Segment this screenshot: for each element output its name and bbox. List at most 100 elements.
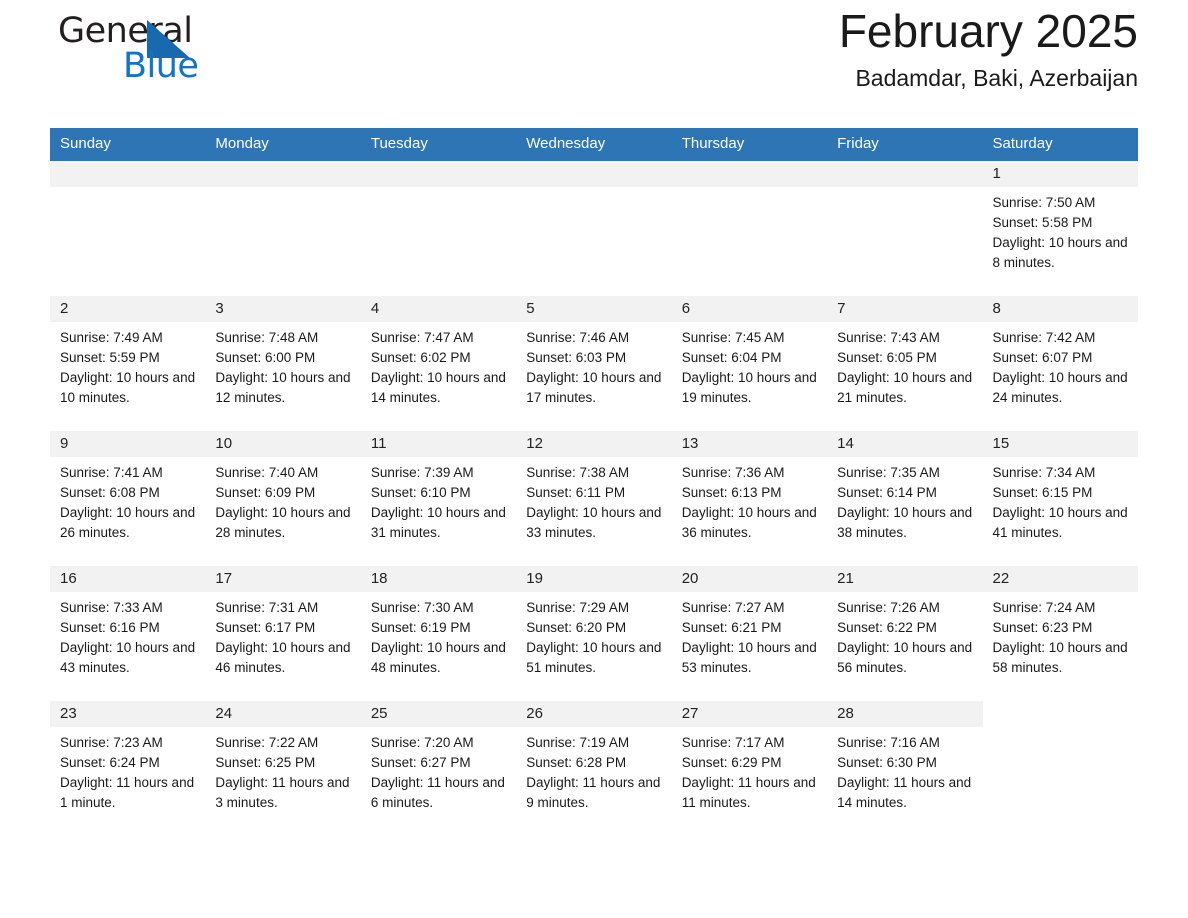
calendar-week-row: 1 Sunrise: 7:50 AM Sunset: 5:58 PM Daylight… — [50, 160, 1138, 296]
calendar-day-cell[interactable]: 24 Sunrise: 7:22 AM Sunset: 6:25 PM Dayligh… — [205, 700, 361, 836]
calendar-day-cell[interactable]: 6 Sunrise: 7:45 AM Sunset: 6:04 PM Daylight… — [671, 295, 828, 431]
sunrise-text: Sunrise: 7:50 AM — [992, 194, 1096, 210]
calendar-cell-empty — [50, 160, 206, 296]
daylight-text: Daylight: 10 hours and 28 minutes. — [215, 504, 351, 540]
sunrise-text: Sunrise: 7:20 AM — [370, 734, 474, 750]
calendar-cell-empty — [671, 160, 828, 296]
day-number: 1 — [992, 164, 1001, 182]
daylight-text: Daylight: 10 hours and 41 minutes. — [992, 504, 1128, 540]
calendar-day-cell[interactable]: 25 Sunrise: 7:20 AM Sunset: 6:27 PM Dayligh… — [360, 700, 517, 836]
page-title: February 2025 — [838, 5, 1138, 57]
sunset-text: Sunset: 6:24 PM — [60, 754, 160, 770]
day-details: Sunrise: 7:42 AM Sunset: 6:07 PM Daylight:… — [983, 322, 1138, 408]
daylight-text: Daylight: 10 hours and 36 minutes. — [681, 504, 817, 540]
sunrise-text: Sunrise: 7:42 AM — [992, 329, 1096, 345]
daylight-text: Daylight: 10 hours and 43 minutes. — [60, 639, 196, 675]
day-number: 25 — [370, 704, 388, 722]
calendar-week-row: 9 Sunrise: 7:41 AM Sunset: 6:08 PM Daylight… — [50, 430, 1138, 566]
calendar-day-cell[interactable]: 23 Sunrise: 7:23 AM Sunset: 6:24 PM Dayligh… — [50, 700, 206, 836]
day-details: Sunrise: 7:29 AM Sunset: 6:20 PM Daylight:… — [516, 592, 671, 678]
day-number: 12 — [526, 434, 543, 452]
day-number: 17 — [215, 569, 233, 587]
title-block: February 2025 Badamdar, Baki, Azerbaijan — [839, 0, 1138, 93]
daylight-text: Daylight: 10 hours and 38 minutes. — [837, 504, 973, 540]
daylight-text: Daylight: 10 hours and 56 minutes. — [837, 639, 973, 675]
day-number-bar — [516, 160, 672, 187]
day-number: 19 — [526, 569, 543, 587]
calendar-header-row: Sunday Monday Tuesday Wednesday Thursday Frid… — [50, 128, 1138, 161]
daylight-text: Daylight: 10 hours and 24 minutes. — [992, 369, 1128, 405]
day-number-bar: 28 — [827, 700, 983, 727]
daylight-text: Daylight: 11 hours and 6 minutes. — [370, 774, 505, 810]
day-number: 11 — [370, 434, 387, 452]
day-details: Sunrise: 7:27 AM Sunset: 6:21 PM Daylight:… — [672, 592, 827, 678]
day-number: 21 — [837, 569, 854, 587]
daylight-text: Daylight: 11 hours and 14 minutes. — [837, 774, 972, 810]
calendar-day-cell[interactable]: 4 Sunrise: 7:47 AM Sunset: 6:02 PM Daylight… — [360, 295, 517, 431]
sunrise-text: Sunrise: 7:22 AM — [215, 734, 319, 750]
page-header: General Blue February 2025 Badamdar, Bak… — [50, 0, 1138, 118]
day-number-bar — [827, 160, 983, 187]
calendar-day-cell[interactable]: 14 Sunrise: 7:35 AM Sunset: 6:14 PM Dayligh… — [827, 430, 983, 566]
sunrise-text: Sunrise: 7:39 AM — [370, 464, 474, 480]
calendar-day-cell[interactable]: 19 Sunrise: 7:29 AM Sunset: 6:20 PM Dayligh… — [516, 565, 672, 701]
day-number: 9 — [60, 434, 69, 452]
calendar-day-cell[interactable]: 18 Sunrise: 7:30 AM Sunset: 6:19 PM Dayligh… — [360, 565, 517, 701]
sunset-text: Sunset: 6:23 PM — [992, 619, 1093, 635]
sunrise-text: Sunrise: 7:23 AM — [60, 734, 163, 750]
day-number-bar: 11 — [360, 430, 517, 457]
day-number: 23 — [60, 704, 77, 722]
sunset-text: Sunset: 6:05 PM — [837, 349, 937, 365]
calendar-day-cell[interactable]: 15 Sunrise: 7:34 AM Sunset: 6:15 PM Dayligh… — [982, 430, 1138, 566]
day-details: Sunrise: 7:33 AM Sunset: 6:16 PM Daylight:… — [50, 592, 205, 678]
calendar-cell-empty — [360, 160, 517, 296]
calendar-day-cell[interactable]: 13 Sunrise: 7:36 AM Sunset: 6:13 PM Dayligh… — [671, 430, 828, 566]
calendar-day-cell[interactable]: 3 Sunrise: 7:48 AM Sunset: 6:00 PM Daylight… — [205, 295, 361, 431]
sunset-text: Sunset: 6:28 PM — [526, 754, 627, 770]
day-number-bar: 13 — [671, 430, 828, 457]
calendar-day-cell[interactable]: 28 Sunrise: 7:16 AM Sunset: 6:30 PM Dayligh… — [827, 700, 983, 836]
calendar-day-cell[interactable]: 22 Sunrise: 7:24 AM Sunset: 6:23 PM Dayligh… — [982, 565, 1138, 701]
calendar-day-cell[interactable]: 26 Sunrise: 7:19 AM Sunset: 6:28 PM Dayligh… — [516, 700, 672, 836]
calendar-day-cell[interactable]: 16 Sunrise: 7:33 AM Sunset: 6:16 PM Dayligh… — [50, 565, 206, 701]
day-details: Sunrise: 7:43 AM Sunset: 6:05 PM Daylight:… — [827, 322, 982, 408]
day-number: 7 — [837, 299, 846, 317]
sunrise-text: Sunrise: 7:49 AM — [60, 329, 163, 345]
weekday-header-friday: Friday — [827, 128, 983, 161]
daylight-text: Daylight: 10 hours and 17 minutes. — [526, 369, 662, 405]
calendar-day-cell[interactable]: 21 Sunrise: 7:26 AM Sunset: 6:22 PM Dayligh… — [827, 565, 983, 701]
daylight-text: Daylight: 10 hours and 10 minutes. — [60, 369, 196, 405]
sunrise-text: Sunrise: 7:27 AM — [681, 599, 785, 615]
calendar-day-cell[interactable]: 2 Sunrise: 7:49 AM Sunset: 5:59 PM Daylight… — [50, 295, 206, 431]
calendar-day-cell[interactable]: 5 Sunrise: 7:46 AM Sunset: 6:03 PM Daylight… — [516, 295, 672, 431]
day-details: Sunrise: 7:19 AM Sunset: 6:28 PM Daylight:… — [516, 727, 671, 813]
calendar-day-cell[interactable]: 20 Sunrise: 7:27 AM Sunset: 6:21 PM Dayligh… — [671, 565, 828, 701]
sunrise-text: Sunrise: 7:48 AM — [215, 329, 319, 345]
day-number-bar: 4 — [360, 295, 517, 322]
daylight-text: Daylight: 10 hours and 31 minutes. — [370, 504, 506, 540]
daylight-text: Daylight: 10 hours and 21 minutes. — [837, 369, 973, 405]
calendar-day-cell[interactable]: 17 Sunrise: 7:31 AM Sunset: 6:17 PM Dayligh… — [205, 565, 361, 701]
calendar-day-cell[interactable]: 12 Sunrise: 7:38 AM Sunset: 6:11 PM Dayligh… — [516, 430, 672, 566]
calendar-week-row: 23 Sunrise: 7:23 AM Sunset: 6:24 PM Dayligh… — [50, 700, 1138, 836]
calendar-day-cell[interactable]: 7 Sunrise: 7:43 AM Sunset: 6:05 PM Daylight… — [827, 295, 983, 431]
day-number: 24 — [215, 704, 233, 722]
calendar-day-cell[interactable]: 9 Sunrise: 7:41 AM Sunset: 6:08 PM Daylight… — [50, 430, 206, 566]
calendar-day-cell[interactable]: 11 Sunrise: 7:39 AM Sunset: 6:10 PM Dayligh… — [360, 430, 517, 566]
sunrise-text: Sunrise: 7:43 AM — [837, 329, 940, 345]
sunset-text: Sunset: 6:21 PM — [681, 619, 782, 635]
sunrise-text: Sunrise: 7:47 AM — [370, 329, 474, 345]
day-number: 20 — [681, 569, 699, 587]
day-number: 18 — [370, 569, 388, 587]
calendar-day-cell[interactable]: 8 Sunrise: 7:42 AM Sunset: 6:07 PM Daylight… — [982, 295, 1138, 431]
day-details: Sunrise: 7:34 AM Sunset: 6:15 PM Daylight:… — [983, 457, 1138, 543]
weekday-header-sunday: Sunday — [50, 128, 206, 161]
day-number: 5 — [526, 299, 535, 317]
sunset-text: Sunset: 5:58 PM — [992, 214, 1093, 230]
sunrise-text: Sunrise: 7:46 AM — [526, 329, 630, 345]
calendar-cell-empty — [827, 160, 983, 296]
calendar-day-cell[interactable]: 10 Sunrise: 7:40 AM Sunset: 6:09 PM Dayligh… — [205, 430, 361, 566]
day-number: 16 — [60, 569, 77, 587]
calendar-day-cell[interactable]: 27 Sunrise: 7:17 AM Sunset: 6:29 PM Dayligh… — [671, 700, 828, 836]
calendar-day-cell[interactable]: 1 Sunrise: 7:50 AM Sunset: 5:58 PM Daylight… — [982, 160, 1138, 296]
